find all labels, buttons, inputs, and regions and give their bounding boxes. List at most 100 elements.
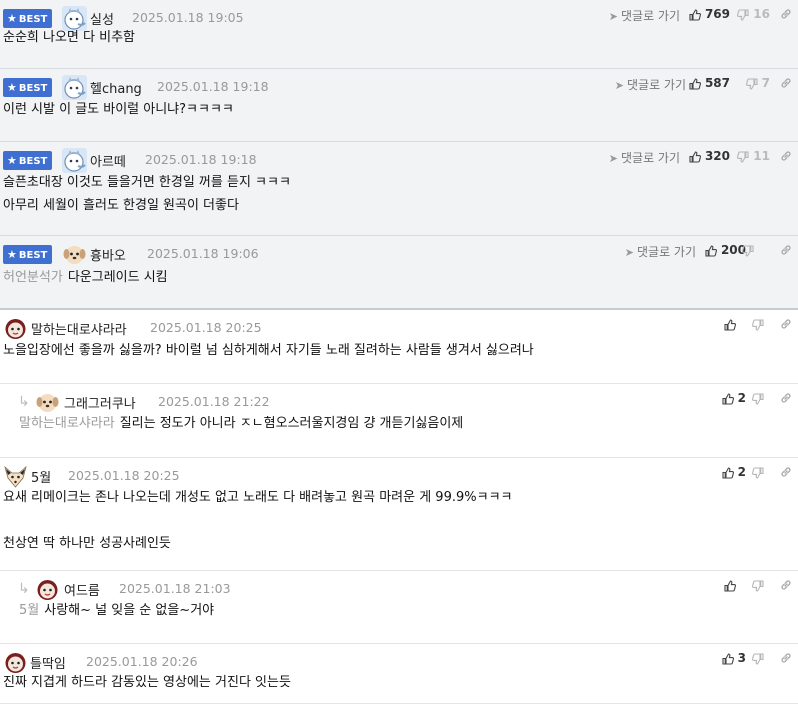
mention-nickname[interactable]: 말하는대로샤라라 — [19, 416, 115, 431]
permalink-icon[interactable] — [780, 652, 792, 668]
permalink-icon[interactable] — [780, 150, 792, 166]
permalink-icon[interactable] — [780, 579, 792, 595]
permalink-icon[interactable] — [780, 466, 792, 482]
comment-date: 2025.01.18 21:22 — [158, 394, 270, 409]
thumb-up-icon — [722, 652, 734, 665]
star-icon: ★ — [7, 81, 17, 94]
downvote-count: 16 — [753, 7, 770, 21]
comment-text: 말하는대로샤라라 질리는 정도가 아니라 ㅈㄴ혐오스러울지경임 걍 개듣기싫음이제 — [19, 412, 463, 435]
best-label: BEST — [18, 156, 48, 167]
comment-text: 5월 사랑해~ 널 잊을 순 없을~거야 — [19, 599, 214, 622]
downvote-button[interactable]: 7 — [745, 76, 770, 90]
nickname[interactable]: 말하는대로샤라라 — [31, 319, 127, 338]
permalink-icon[interactable] — [780, 244, 792, 260]
reply-arrow-icon: ↳ — [18, 394, 30, 410]
best-badge: ★ BEST — [3, 151, 52, 170]
comment-line: 이런 시발 이 글도 바이럴 아니냐?ㅋㅋㅋㅋ — [3, 102, 234, 117]
upvote-count: 587 — [704, 76, 730, 90]
thumb-down-icon — [752, 318, 764, 331]
comment-line: 질리는 정도가 아니라 ㅈㄴ혐오스러울지경임 걍 개듣기싫음이제 — [119, 416, 464, 431]
go-to-reply-link[interactable]: ➤ 댓글로 가기 — [609, 7, 680, 24]
comment-line: 아무리 세월이 흘러도 한경일 원곡이 더좋다 — [3, 198, 239, 213]
go-to-reply-label: 댓글로 가기 — [620, 151, 680, 165]
nickname[interactable]: 여드름 — [64, 580, 100, 599]
comment-line: 다운그레이드 시킴 — [67, 270, 168, 285]
comment-text: 아무리 세월이 흘러도 한경일 원곡이 더좋다 — [3, 194, 239, 217]
upvote-button[interactable]: 2 — [722, 465, 746, 479]
go-to-reply-label: 댓글로 가기 — [620, 9, 680, 23]
upvote-button[interactable]: 587 — [689, 76, 730, 90]
star-icon: ★ — [7, 154, 17, 167]
permalink-icon[interactable] — [780, 77, 792, 93]
downvote-button[interactable] — [752, 317, 768, 331]
nickname[interactable]: 5월 — [31, 467, 51, 486]
upvote-button[interactable] — [724, 317, 740, 331]
comment-date: 2025.01.18 19:05 — [132, 10, 244, 25]
nickname[interactable]: 헬chang — [90, 78, 142, 97]
upvote-button[interactable]: 3 — [722, 651, 746, 665]
go-to-reply-link[interactable]: ➤ 댓글로 가기 — [615, 76, 686, 93]
comment-date: 2025.01.18 19:18 — [145, 152, 257, 167]
upvote-count: 2 — [737, 465, 746, 479]
comment-date: 2025.01.18 19:06 — [147, 246, 259, 261]
comment-text: 요새 리메이크는 존나 나오는데 개성도 없고 노래도 다 배려놓고 원곡 마려… — [3, 486, 513, 509]
go-to-reply-link[interactable]: ➤ 댓글로 가기 — [609, 149, 680, 166]
comment-line: 사랑해~ 널 잊을 순 없을~거야 — [44, 603, 215, 618]
mention-nickname[interactable]: 허언분석가 — [3, 270, 63, 285]
mention-nickname[interactable]: 5월 — [19, 603, 39, 618]
comment-date: 2025.01.18 20:26 — [86, 654, 198, 669]
avatar[interactable] — [62, 242, 87, 267]
best-comment: ★ BEST 실성 2025.01.18 19:05 ➤ 댓글로 가기 769 16 순순희 나… — [0, 0, 798, 69]
comment-line: 순순희 나오면 다 비추함 — [3, 30, 135, 45]
best-label: BEST — [18, 83, 48, 94]
downvote-count: 11 — [753, 149, 770, 163]
comment-text: 노을입장에선 좋을까 싫을까? 바이럴 넘 심하게해서 자기들 노래 질려하는 … — [3, 339, 534, 362]
permalink-icon[interactable] — [780, 318, 792, 334]
upvote-count: 320 — [704, 149, 730, 163]
star-icon: ★ — [7, 12, 17, 25]
avatar[interactable] — [3, 316, 28, 341]
comment: 말하는대로샤라라 2025.01.18 20:25 노을입장에선 좋을까 싫을까? … — [0, 310, 798, 384]
upvote-button[interactable] — [724, 578, 740, 592]
go-to-reply-link[interactable]: ➤ 댓글로 가기 — [625, 243, 696, 260]
downvote-button[interactable] — [752, 651, 768, 665]
send-arrow-icon: ➤ — [608, 152, 618, 165]
nickname[interactable]: 아르떼 — [90, 151, 126, 170]
nickname[interactable]: 그래그러쿠나 — [64, 393, 136, 412]
thumb-up-icon — [724, 579, 736, 592]
thumb-down-icon — [737, 150, 749, 163]
best-label: BEST — [18, 250, 48, 261]
downvote-button[interactable]: 11 — [737, 149, 770, 163]
downvote-button[interactable]: 16 — [737, 7, 770, 21]
best-badge: ★ BEST — [3, 78, 52, 97]
comment-line: 요새 리메이크는 존나 나오는데 개성도 없고 노래도 다 배려놓고 원곡 마려… — [3, 490, 513, 505]
upvote-button[interactable]: 2 — [722, 391, 746, 405]
thumb-up-icon — [689, 77, 701, 90]
comment-line: 진짜 지겹게 하드라 감동있는 영상에는 거진다 잇는듯 — [3, 675, 291, 690]
nickname[interactable]: 틀딱임 — [30, 653, 66, 672]
avatar[interactable] — [62, 75, 87, 100]
permalink-icon[interactable] — [780, 392, 792, 408]
permalink-icon[interactable] — [780, 8, 792, 24]
downvote-button[interactable] — [752, 578, 768, 592]
upvote-button[interactable]: 769 — [689, 7, 730, 21]
downvote-button[interactable] — [752, 465, 768, 479]
upvote-button[interactable]: 320 — [689, 149, 730, 163]
upvote-count: 2 — [737, 391, 746, 405]
reply-comment: ↳ 여드름 2025.01.18 21:03 5월 사랑해~ 널 잊을 순 없을~거야 — [0, 571, 798, 644]
thumb-up-icon — [689, 150, 701, 163]
go-to-reply-label: 댓글로 가기 — [636, 245, 696, 259]
comment: 5월 2025.01.18 20:25 2 요새 리메이크는 존나 나오는데 개성도 … — [0, 458, 798, 571]
downvote-button[interactable] — [742, 243, 758, 257]
downvote-count: 7 — [761, 76, 770, 90]
nickname[interactable]: 흉바오 — [90, 245, 126, 264]
comment-text: 진짜 지겹게 하드라 감동있는 영상에는 거진다 잇는듯 — [3, 671, 291, 694]
downvote-button[interactable] — [752, 391, 768, 405]
best-comment: ★ BEST 아르떼 2025.01.18 19:18 ➤ 댓글로 가기 320 11 슬픈초대… — [0, 142, 798, 236]
send-arrow-icon: ➤ — [608, 10, 618, 23]
best-label: BEST — [18, 14, 48, 25]
thumb-up-icon — [689, 8, 701, 21]
thumb-up-icon — [722, 466, 734, 479]
avatar[interactable] — [62, 148, 87, 173]
upvote-button[interactable]: 200 — [705, 243, 746, 257]
